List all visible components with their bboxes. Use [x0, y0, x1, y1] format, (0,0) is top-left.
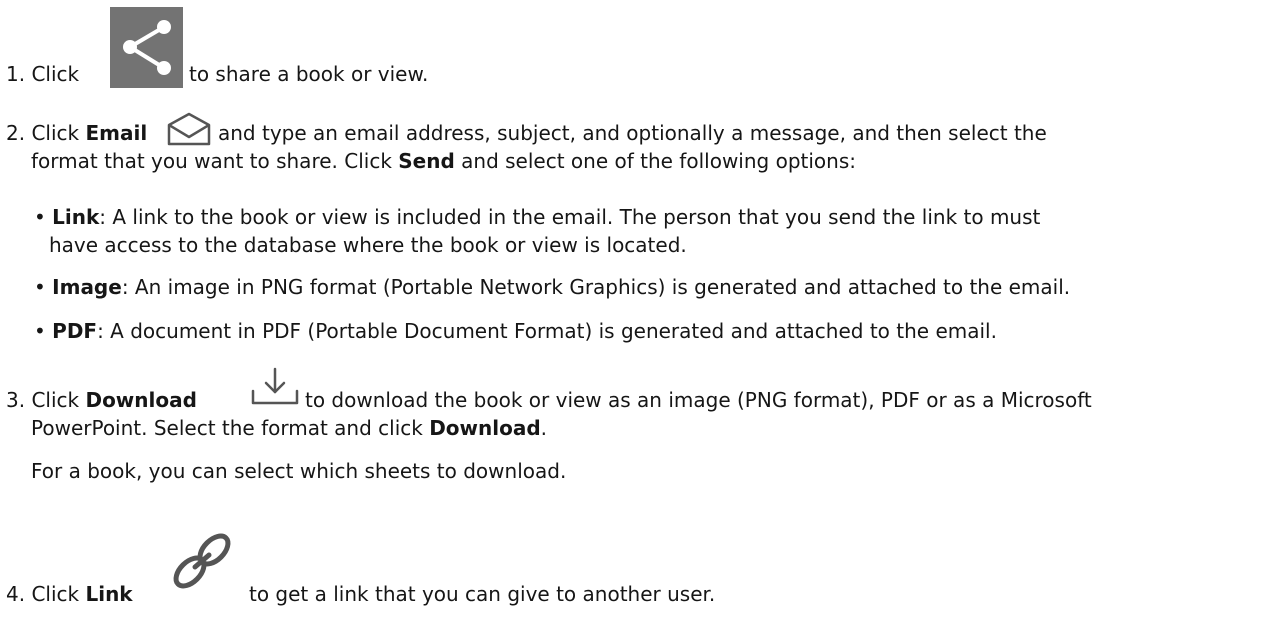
bullet-link-line2: have access to the database where the bo…: [49, 233, 687, 257]
step-4: 4. Click Link: [6, 582, 133, 606]
step-3: 3. Click Download: [6, 388, 197, 412]
bullet-dot: •: [34, 275, 46, 299]
step-3-pre: Click: [31, 388, 80, 412]
share-icon[interactable]: [110, 7, 183, 88]
step-1: 1. Click: [6, 62, 79, 86]
step-2: 2. Click Email: [6, 121, 147, 145]
step-4-link-label: Link: [85, 582, 133, 606]
step-3-note: For a book, you can select which sheets …: [31, 459, 567, 483]
bullet-link-text: : A link to the book or view is included…: [99, 205, 1041, 229]
step-3-text: to download the book or view as an image…: [305, 388, 1092, 412]
step-2-line2-post: and select one of the following options:: [461, 149, 856, 173]
step-1-number: 1.: [6, 62, 26, 86]
step-1-pre: Click: [31, 62, 80, 86]
bullet-link-term: Link: [52, 205, 100, 229]
step-4-pre: Click: [31, 582, 80, 606]
download-icon[interactable]: [249, 366, 301, 408]
bullet-image-text: : An image in PNG format (Portable Netwo…: [121, 275, 1071, 299]
bullet-pdf-term: PDF: [52, 319, 98, 343]
bullet-link: • Link: A link to the book or view is in…: [34, 205, 1040, 229]
step-1-text: to share a book or view.: [189, 62, 429, 86]
step-2-line2-pre: format that you want to share. Click: [31, 149, 392, 173]
step-2-send-label: Send: [398, 149, 455, 173]
step-2-pre: Click: [31, 121, 80, 145]
bullet-dot: •: [34, 205, 46, 229]
step-2-email-label: Email: [85, 121, 148, 145]
step-2-number: 2.: [6, 121, 26, 145]
step-3-download-label: Download: [85, 388, 197, 412]
link-icon[interactable]: [164, 528, 241, 595]
bullet-pdf: • PDF: A document in PDF (Portable Docum…: [34, 319, 997, 343]
bullet-image-term: Image: [52, 275, 122, 299]
envelope-icon[interactable]: [166, 111, 212, 147]
bullet-pdf-text: : A document in PDF (Portable Document F…: [97, 319, 997, 343]
step-3-line2-pre: PowerPoint. Select the format and click: [31, 416, 423, 440]
step-2-line2: format that you want to share. Click Sen…: [31, 149, 856, 173]
step-3-number: 3.: [6, 388, 26, 412]
step-3-line2: PowerPoint. Select the format and click …: [31, 416, 547, 440]
step-3-download-label-2: Download: [429, 416, 541, 440]
bullet-image: • Image: An image in PNG format (Portabl…: [34, 275, 1070, 299]
instructions-page: 1. Click to share a book or view. 2. Cli…: [0, 0, 1274, 619]
step-3-line2-post: .: [540, 416, 548, 440]
step-4-number: 4.: [6, 582, 26, 606]
bullet-dot: •: [34, 319, 46, 343]
step-2-text: and type an email address, subject, and …: [218, 121, 1047, 145]
step-4-text: to get a link that you can give to anoth…: [249, 582, 716, 606]
